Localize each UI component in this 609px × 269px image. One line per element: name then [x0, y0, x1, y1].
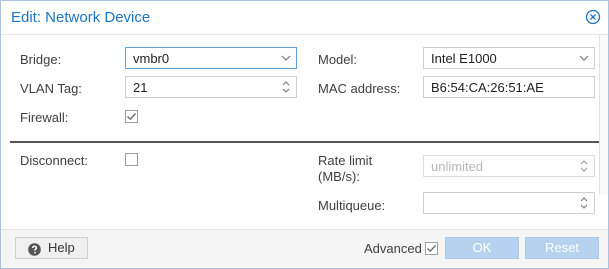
model-label: Model: — [318, 52, 358, 67]
rate-limit-spinner[interactable]: unlimited — [423, 155, 595, 177]
help-button[interactable]: Help — [15, 237, 88, 259]
advanced-separator — [10, 141, 599, 143]
mac-address-label: MAC address: — [318, 81, 401, 96]
disconnect-checkbox[interactable] — [125, 153, 138, 166]
firewall-checkbox[interactable] — [125, 110, 138, 123]
bridge-select[interactable]: vmbr0 — [125, 47, 297, 69]
multiqueue-label: Multiqueue: — [318, 198, 386, 213]
chevron-down-icon[interactable] — [574, 48, 594, 68]
dialog-title: Edit: Network Device — [11, 9, 151, 26]
dialog-footer: Help Advanced OK Reset — [1, 229, 608, 268]
dialog-body: Bridge: vmbr0 VLAN Tag: 21 Firewall: Mod… — [1, 35, 608, 230]
help-label: Help — [48, 240, 75, 255]
vlan-tag-label: VLAN Tag: — [20, 81, 82, 96]
dialog-titlebar: Edit: Network Device — [1, 1, 608, 35]
help-icon — [28, 242, 41, 256]
model-select[interactable]: Intel E1000 — [423, 47, 595, 69]
mac-address-input[interactable]: B6:54:CA:26:51:AE — [423, 76, 595, 98]
mac-address-value: B6:54:CA:26:51:AE — [431, 80, 544, 95]
rate-limit-placeholder: unlimited — [431, 159, 484, 174]
vlan-tag-spinner[interactable]: 21 — [125, 76, 297, 98]
reset-button[interactable]: Reset — [525, 237, 599, 259]
firewall-label: Firewall: — [20, 110, 69, 125]
close-icon[interactable] — [585, 9, 601, 25]
scrollbar-track[interactable] — [599, 35, 608, 195]
bridge-label: Bridge: — [20, 52, 62, 67]
ok-button[interactable]: OK — [445, 237, 519, 259]
rate-limit-label-line2: (MB/s): — [318, 169, 360, 184]
rate-limit-label-line1: Rate limit — [318, 153, 373, 168]
multiqueue-spinner[interactable] — [423, 192, 595, 214]
spinner-arrows-icon[interactable] — [276, 77, 296, 97]
spinner-arrows-icon[interactable] — [574, 193, 594, 213]
model-value: Intel E1000 — [431, 51, 497, 66]
edit-network-device-dialog: Edit: Network Device Bridge: vmbr0 VLAN … — [0, 0, 609, 269]
spinner-arrows-icon[interactable] — [574, 156, 594, 176]
advanced-checkbox[interactable] — [425, 242, 438, 255]
chevron-down-icon[interactable] — [276, 48, 296, 68]
bridge-value: vmbr0 — [133, 51, 170, 66]
vlan-tag-value: 21 — [133, 80, 148, 95]
advanced-label: Advanced — [364, 241, 422, 256]
disconnect-label: Disconnect: — [20, 153, 88, 168]
